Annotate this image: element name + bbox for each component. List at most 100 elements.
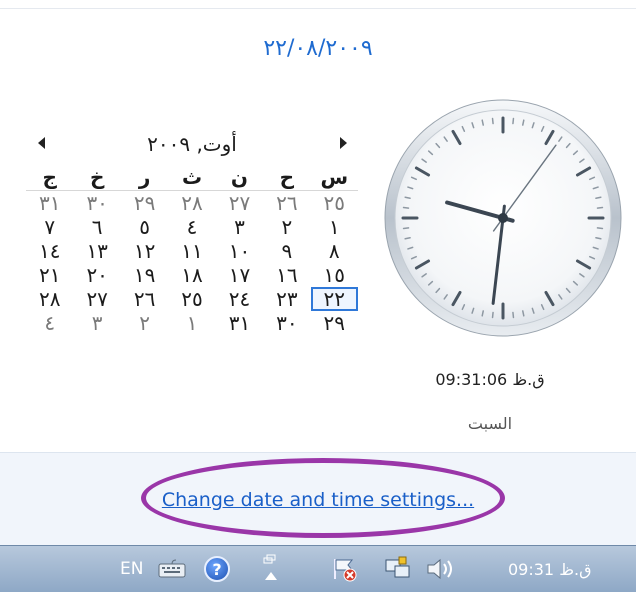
calendar-day[interactable]: ١ [168,311,215,335]
weekday-label: ج [26,164,74,191]
network-icon-glyph [385,556,410,578]
calendar-day[interactable]: ٢٤ [216,287,263,311]
clock-minute-tick [512,311,515,319]
calendar-day[interactable]: ٢٩ [121,191,168,215]
calendar-day[interactable]: ٦ [73,215,120,239]
datetime-flyout: ٢٢/٠٨/٢٠٠٩ أوت, ٢٠٠٩ س ح ن ث ر خ ج ٢٥ ٢٦… [0,0,636,546]
calendar-day[interactable]: ٣١ [216,311,263,335]
calendar-day[interactable]: ٢٧ [73,287,120,311]
calendar-day[interactable]: ١٥ [311,263,358,287]
speaker-icon [427,558,452,580]
calendar-day[interactable]: ٨ [311,239,358,263]
weekday-label: ن [215,164,264,191]
language-indicator[interactable]: EN [120,546,143,592]
calendar-day[interactable]: ١٣ [73,239,120,263]
weekday-header-row: س ح ن ث ر خ ج [26,164,358,191]
clock-minute-tick [595,196,602,199]
action-center-flag-icon[interactable] [330,546,360,592]
calendar-day[interactable]: ٢٨ [26,287,73,311]
calendar-day[interactable]: ١٩ [121,263,168,287]
calendar-day[interactable]: ١٢ [121,239,168,263]
volume-icon[interactable] [424,546,458,592]
calendar-day[interactable]: ١١ [168,239,215,263]
calendar-day[interactable]: ٢٨ [168,191,215,215]
clock-minute-tick [404,196,411,199]
clock-minute-tick [512,117,515,125]
calendar-day[interactable]: ١٨ [168,263,215,287]
calendar-week-row: ١٥ ١٦ ١٧ ١٨ ١٩ ٢٠ ٢١ [26,263,358,287]
calendar: أوت, ٢٠٠٩ س ح ن ث ر خ ج ٢٥ ٢٦ ٢٧ ٢٨ ٢٩ ٣… [26,132,358,335]
clock-minute-tick [404,237,411,240]
calendar-day[interactable]: ٢ [121,311,168,335]
calendar-day[interactable]: ٢٦ [121,287,168,311]
clock-minute-tick [595,237,602,240]
calendar-day[interactable]: ٢١ [26,263,73,287]
calendar-day[interactable]: ٩ [263,239,310,263]
calendar-day[interactable]: ٢٥ [311,191,358,215]
clock-center-cap [498,213,508,223]
chevron-up-icon [263,554,277,580]
calendar-day[interactable]: ٣١ [26,191,73,215]
calendar-week-row: ٢٥ ٢٦ ٢٧ ٢٨ ٢٩ ٣٠ ٣١ [26,191,358,215]
calendar-day[interactable]: ١٧ [216,263,263,287]
flag-icon [334,559,357,582]
clock-minute-tick [522,119,525,126]
date-header-link[interactable]: ٢٢/٠٨/٢٠٠٩ [0,36,636,61]
calendar-week-row: ٢٩ ٣٠ ٣١ ١ ٢ ٣ ٤ [26,311,358,335]
calendar-grid: س ح ن ث ر خ ج ٢٥ ٢٦ ٢٧ ٢٨ ٢٩ ٣٠ ٣١ ١ ٢ ٣… [26,164,358,335]
taskbar-clock[interactable]: ق.ظ 09:31 [508,546,592,592]
calendar-week-row: ٢٢ ٢٣ ٢٤ ٢٥ ٢٦ ٢٧ ٢٨ [26,287,358,311]
month-title[interactable]: أوت, ٢٠٠٩ [26,132,358,156]
clock-minute-tick [491,311,494,319]
keyboard-icon-glyph [158,559,186,578]
change-date-time-settings-link[interactable]: Change date and time settings... [0,489,636,511]
calendar-day[interactable]: ٤ [168,215,215,239]
help-icon-glyph: ? [204,556,230,582]
clock-minute-tick [596,206,604,209]
keyboard-icon[interactable] [158,546,186,592]
weekday-label: خ [73,164,121,191]
calendar-day[interactable]: ١٦ [263,263,310,287]
calendar-day[interactable]: ١٤ [26,239,73,263]
calendar-day[interactable]: ٢٥ [168,287,215,311]
weekday-label: ر [120,164,169,191]
weekday-label: س [310,164,358,191]
calendar-day[interactable]: ٣ [216,215,263,239]
calendar-day[interactable]: ٢٧ [216,191,263,215]
help-icon[interactable]: ? [204,546,230,592]
calendar-day[interactable]: ٢٠ [73,263,120,287]
calendar-day[interactable]: ١٠ [216,239,263,263]
flyout-footer: Change date and time settings... [0,452,636,546]
calendar-day[interactable]: ٥ [121,215,168,239]
calendar-day[interactable]: ٧ [26,215,73,239]
calendar-day-selected[interactable]: ٢٢ [310,287,358,311]
calendar-day[interactable]: ٣٠ [263,311,310,335]
analog-clock [384,99,622,337]
clock-minute-tick [481,119,484,126]
calendar-day[interactable]: ١ [311,215,358,239]
calendar-day[interactable]: ٢٦ [263,191,310,215]
calendar-week-row: ١ ٢ ٣ ٤ ٥ ٦ ٧ [26,215,358,239]
calendar-day[interactable]: ٢ [263,215,310,239]
calendar-day[interactable]: ٢٣ [263,287,310,311]
calendar-day[interactable]: ٣ [73,311,120,335]
calendar-day[interactable]: ٢٩ [311,311,358,335]
digital-time: ق.ظ 09:31:06 [435,370,545,389]
taskbar: EN ? ق.ظ 09:31 [0,545,636,592]
weekday-label: ح [263,164,311,191]
show-hidden-icons-button[interactable] [260,546,282,592]
weekday-label: ث [168,164,216,191]
calendar-nav: أوت, ٢٠٠٩ [26,132,358,158]
clock-minute-tick [596,227,604,230]
next-month-button[interactable] [336,134,350,152]
clock-minute-tick [402,206,410,209]
clock-minute-tick [522,310,525,317]
day-of-week: السبت [467,414,513,433]
network-icon[interactable] [383,546,413,592]
clock-minute-tick [491,117,494,125]
calendar-day[interactable]: ٣٠ [73,191,120,215]
top-divider [0,8,636,9]
calendar-week-row: ٨ ٩ ١٠ ١١ ١٢ ١٣ ١٤ [26,239,358,263]
calendar-day[interactable]: ٤ [26,311,73,335]
clock-minute-tick [402,227,410,230]
